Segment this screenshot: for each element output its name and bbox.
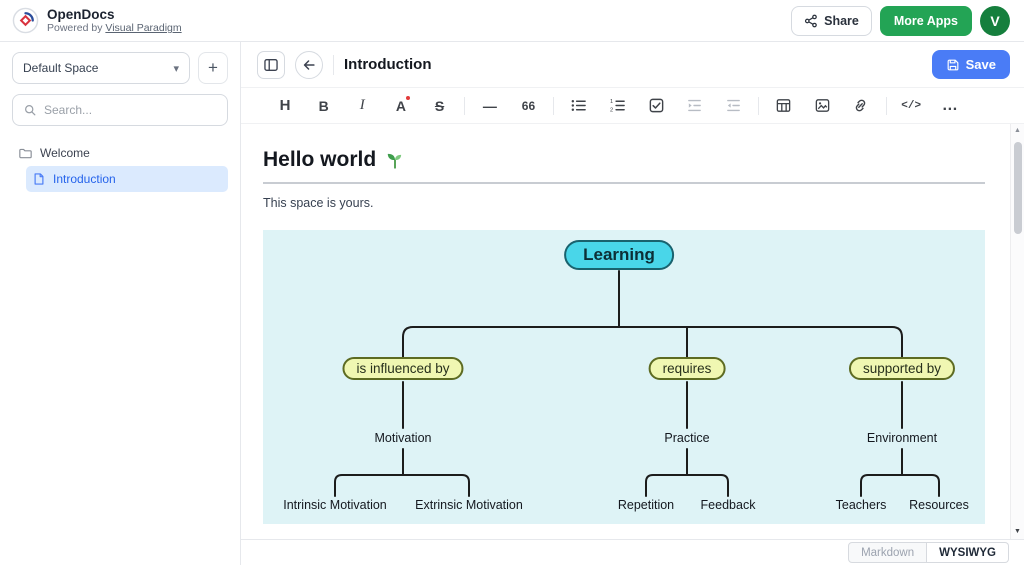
image-icon[interactable] xyxy=(808,93,836,119)
vertical-scrollbar[interactable]: ▲ ▼ xyxy=(1010,124,1024,539)
page-title: Introduction xyxy=(344,56,431,73)
numbered-list-icon[interactable]: 12 xyxy=(603,93,631,119)
search-icon xyxy=(23,103,37,117)
horizontal-rule-icon[interactable]: — xyxy=(476,93,504,119)
space-selector[interactable]: Default Space ▾ xyxy=(12,52,190,84)
toolbar-divider xyxy=(886,97,887,115)
mindmap-child-label: Practice xyxy=(664,431,709,445)
document-heading: Hello world xyxy=(263,148,985,184)
mindmap-root-node: Learning xyxy=(564,240,674,270)
indent-icon[interactable] xyxy=(681,93,709,119)
outdent-icon[interactable] xyxy=(719,93,747,119)
tree-item-label: Welcome xyxy=(40,146,90,160)
app-header: OpenDocs Powered by Visual Paradigm Shar… xyxy=(0,0,1024,42)
share-icon xyxy=(804,14,818,28)
powered-by-text: Powered by xyxy=(47,22,102,34)
visual-paradigm-link[interactable]: Visual Paradigm xyxy=(105,22,181,34)
font-color-indicator xyxy=(406,96,410,100)
sidebar-item-introduction[interactable]: Introduction xyxy=(26,166,228,192)
formatting-toolbar: H B I A S — 66 12 xyxy=(241,88,1024,124)
document-toolbar: Introduction Save xyxy=(241,42,1024,88)
mindmap-leaf-label: Resources xyxy=(909,498,969,512)
user-avatar[interactable]: V xyxy=(980,6,1010,36)
app-name: OpenDocs xyxy=(47,7,182,23)
bold-icon[interactable]: B xyxy=(310,93,338,119)
svg-text:1: 1 xyxy=(610,99,613,105)
app-body: Default Space ▾ + Welcome Introduc xyxy=(0,42,1024,565)
panel-toggle-icon xyxy=(263,57,279,73)
font-color-icon[interactable]: A xyxy=(387,93,415,119)
mindmap-branch-node: requires xyxy=(649,357,726,380)
tree-item-label: Introduction xyxy=(53,172,116,186)
app-title-block: OpenDocs Powered by Visual Paradigm xyxy=(47,7,182,35)
search-input[interactable] xyxy=(44,103,217,117)
scroll-down-arrow[interactable]: ▼ xyxy=(1011,525,1024,539)
chevron-down-icon: ▾ xyxy=(173,62,179,75)
sidebar: Default Space ▾ + Welcome Introduc xyxy=(0,42,241,565)
font-color-letter: A xyxy=(396,98,406,114)
mindmap-branch-node: is influenced by xyxy=(342,357,463,380)
app-logo-icon xyxy=(12,7,39,34)
back-button[interactable] xyxy=(295,51,323,79)
mindmap-leaf-label: Repetition xyxy=(618,498,674,512)
sidebar-top-row: Default Space ▾ + xyxy=(12,52,228,84)
more-options-icon[interactable]: … xyxy=(936,93,964,119)
markdown-toggle[interactable]: Markdown xyxy=(848,542,927,563)
table-icon[interactable] xyxy=(770,93,798,119)
blockquote-icon[interactable]: 66 xyxy=(514,93,542,119)
page-tree: Welcome Introduction xyxy=(12,140,228,192)
toolbar-divider xyxy=(464,97,465,115)
mindmap-branch-node: supported by xyxy=(849,357,955,380)
toolbar-divider xyxy=(553,97,554,115)
document-icon xyxy=(32,172,46,186)
link-icon[interactable] xyxy=(847,93,875,119)
toggle-sidebar-button[interactable] xyxy=(257,51,285,79)
back-arrow-icon xyxy=(301,57,317,73)
document-paragraph: This space is yours. xyxy=(263,196,1024,210)
more-apps-button[interactable]: More Apps xyxy=(880,6,972,36)
mindmap-diagram: Learning is influenced by requires suppo… xyxy=(263,230,985,524)
mindmap-leaf-label: Intrinsic Motivation xyxy=(283,498,387,512)
heading-icon[interactable]: H xyxy=(271,93,299,119)
mindmap-leaf-label: Teachers xyxy=(836,498,887,512)
wysiwyg-toggle[interactable]: WYSIWYG xyxy=(927,542,1009,563)
document-heading-text: Hello world xyxy=(263,148,376,172)
powered-by: Powered by Visual Paradigm xyxy=(47,22,182,34)
strikethrough-icon[interactable]: S xyxy=(426,93,454,119)
svg-text:2: 2 xyxy=(610,108,613,114)
mindmap-child-label: Motivation xyxy=(375,431,432,445)
toolbar-divider xyxy=(333,55,334,75)
space-selector-label: Default Space xyxy=(23,61,98,75)
scrollbar-thumb[interactable] xyxy=(1014,142,1022,234)
mindmap-leaf-label: Extrinsic Motivation xyxy=(415,498,523,512)
add-page-button[interactable]: + xyxy=(198,52,228,84)
sidebar-item-welcome[interactable]: Welcome xyxy=(12,140,228,166)
save-label: Save xyxy=(966,57,996,72)
scroll-up-arrow[interactable]: ▲ xyxy=(1011,124,1024,138)
toolbar-divider xyxy=(758,97,759,115)
editor-content: Hello world This space is yours. xyxy=(241,124,1024,539)
search-box[interactable] xyxy=(12,94,228,126)
seedling-icon xyxy=(384,149,406,171)
main-area: Introduction Save H B I A S — 66 12 xyxy=(241,42,1024,565)
mindmap-leaf-label: Feedback xyxy=(701,498,756,512)
code-icon[interactable]: </> xyxy=(897,93,925,119)
editor-statusbar: Markdown WYSIWYG xyxy=(241,539,1024,565)
mindmap-child-label: Environment xyxy=(867,431,937,445)
save-button[interactable]: Save xyxy=(932,50,1010,79)
save-icon xyxy=(946,58,960,72)
italic-icon[interactable]: I xyxy=(348,93,376,119)
bullet-list-icon[interactable] xyxy=(565,93,593,119)
folder-icon xyxy=(18,146,33,161)
checklist-icon[interactable] xyxy=(642,93,670,119)
share-label: Share xyxy=(824,14,859,28)
share-button[interactable]: Share xyxy=(791,6,872,36)
